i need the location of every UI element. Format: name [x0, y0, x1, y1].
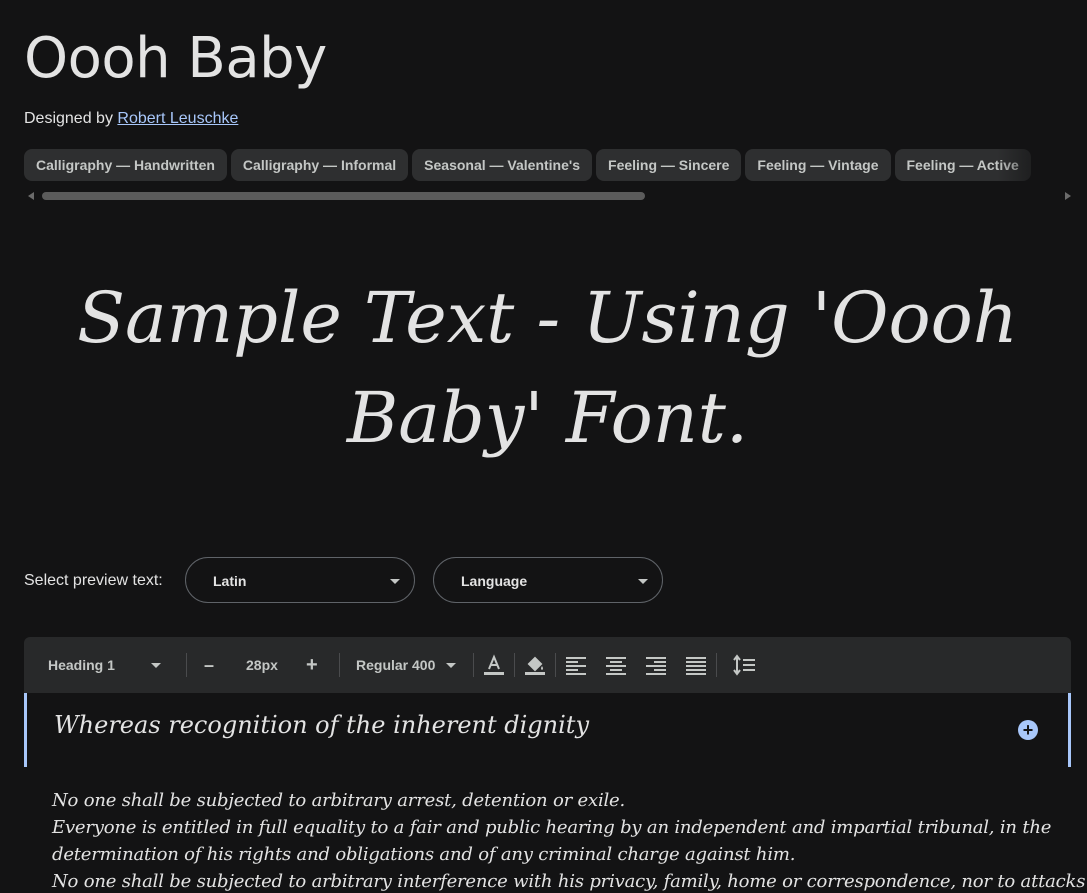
designed-by-label: Designed by: [24, 110, 113, 127]
editor-heading-text[interactable]: Whereas recognition of the inherent dign…: [54, 711, 589, 739]
tag-chip[interactable]: Feeling — Sincere: [596, 149, 742, 181]
align-center-icon[interactable]: [602, 651, 630, 679]
chevron-down-icon: [638, 579, 648, 584]
script-select-value: Latin: [213, 573, 247, 589]
tags-scrollbar[interactable]: [24, 191, 1071, 201]
text-color-icon[interactable]: [480, 651, 508, 679]
add-plus-icon[interactable]: +: [1018, 720, 1038, 740]
toolbar-divider: [514, 653, 515, 677]
tag-chip[interactable]: Seasonal — Valentine's: [412, 149, 593, 181]
language-select[interactable]: Language: [433, 557, 663, 603]
toolbar-divider: [339, 653, 340, 677]
paragraph-line: Everyone is entitled in full equality to…: [52, 817, 1052, 838]
paragraph-line: No one shall be subjected to arbitrary a…: [52, 790, 626, 811]
scroll-left-arrow-icon[interactable]: [28, 192, 34, 200]
tags-fade: [997, 149, 1057, 181]
toolbar-divider: [186, 653, 187, 677]
tag-chip[interactable]: Calligraphy — Informal: [230, 149, 409, 181]
font-title: Oooh Baby: [24, 26, 327, 91]
toolbar-divider: [555, 653, 556, 677]
toolbar-divider: [716, 653, 717, 677]
text-style-select[interactable]: Heading 1: [48, 637, 115, 693]
align-left-icon[interactable]: [562, 651, 590, 679]
sample-text: Sample Text - Using 'Oooh Baby' Font.: [77, 277, 1018, 459]
highlight-color-icon[interactable]: [521, 651, 549, 679]
preview-label: Select preview text:: [24, 572, 163, 589]
line-height-icon[interactable]: [730, 651, 758, 679]
tag-chip[interactable]: Feeling — Vintage: [745, 149, 891, 181]
chevron-down-icon: [390, 579, 400, 584]
align-right-icon[interactable]: [642, 651, 670, 679]
toolbar-divider: [473, 653, 474, 677]
designer-link[interactable]: Robert Leuschke: [117, 110, 238, 127]
script-select[interactable]: Latin: [185, 557, 415, 603]
preview-editor[interactable]: Whereas recognition of the inherent dign…: [24, 693, 1071, 767]
font-size-value[interactable]: 28px: [246, 637, 278, 693]
align-justify-icon[interactable]: [682, 651, 710, 679]
scroll-right-arrow-icon[interactable]: [1065, 192, 1071, 200]
paragraph-line: No one shall be subjected to arbitrary i…: [52, 871, 1086, 892]
chevron-down-icon[interactable]: [151, 663, 161, 668]
tag-chip[interactable]: Calligraphy — Handwritten: [24, 149, 227, 181]
paragraph-line: determination of his rights and obligati…: [52, 844, 796, 865]
tag-list: Calligraphy — Handwritten Calligraphy — I…: [24, 149, 1057, 181]
scroll-thumb[interactable]: [42, 192, 645, 200]
font-weight-select[interactable]: Regular 400: [356, 637, 435, 693]
chevron-down-icon[interactable]: [446, 663, 456, 668]
language-select-value: Language: [461, 573, 528, 589]
editor-toolbar: Heading 1 – 28px + Regular 400: [24, 637, 1071, 693]
designer-line: Designed by Robert Leuschke: [24, 110, 238, 128]
decrease-size-button[interactable]: –: [204, 637, 214, 693]
increase-size-button[interactable]: +: [306, 637, 318, 693]
